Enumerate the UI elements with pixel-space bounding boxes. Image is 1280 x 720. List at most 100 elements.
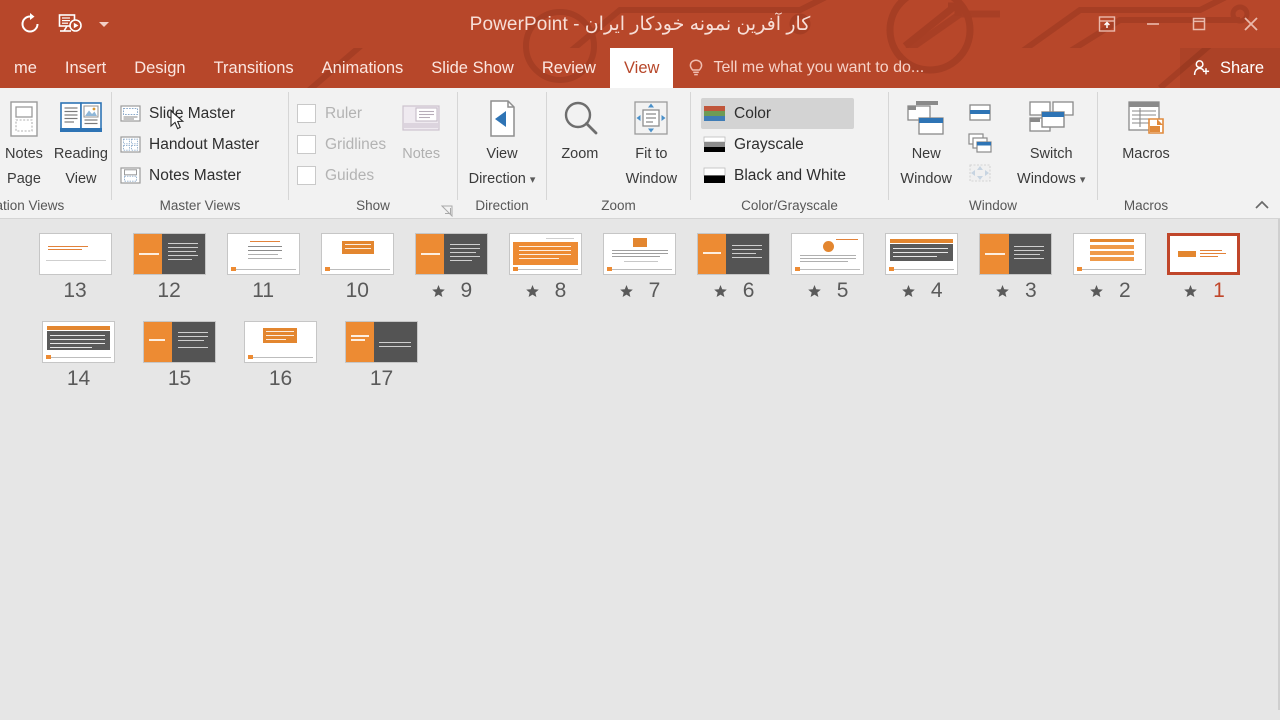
view-direction-button[interactable]: View Direction ▾ [458, 92, 546, 193]
slide-meta-7: 7 [592, 275, 686, 307]
slide-number-8: 8 [554, 279, 567, 302]
slide-cell-7: 7 [592, 219, 686, 307]
notes-button[interactable]: Notes [390, 92, 452, 167]
slide-thumbnail-1[interactable] [1167, 233, 1241, 275]
switch-windows-icon [1026, 96, 1076, 142]
powerpoint-window: کار آفرین نمونه خودکار ایران - PowerPoin… [0, 0, 1280, 720]
macros-label: Macros [1122, 146, 1170, 162]
switch-windows-button[interactable]: Switch Windows ▾ [1005, 92, 1097, 193]
slide-cell-15: 15 [129, 307, 230, 395]
fit-to-window-label-line1: Fit to [635, 146, 668, 162]
gridlines-checkbox[interactable]: Gridlines [297, 129, 386, 160]
group-label-zoom: Zoom [601, 198, 636, 213]
black-and-white-item[interactable]: Black and White [701, 160, 854, 191]
checkbox-box [297, 166, 316, 185]
fit-to-window-button[interactable]: Fit to Window [613, 92, 690, 192]
new-window-icon [902, 96, 950, 142]
slide-thumbnail-6[interactable] [697, 233, 771, 275]
switch-windows-label-line1: Switch [1029, 146, 1073, 162]
handout-master-item[interactable]: Handout Master [118, 129, 267, 160]
ruler-checkbox[interactable]: Ruler [297, 98, 386, 129]
ribbon-display-options-icon[interactable] [1084, 4, 1130, 44]
slide-thumbnail-17[interactable] [345, 321, 418, 363]
view-direction-label-line1: View [486, 146, 518, 162]
slide-meta-8: 8 [498, 275, 592, 307]
show-checkbox-list: Ruler Gridlines Guides [289, 92, 386, 191]
slide-cell-3: 3 [969, 219, 1063, 307]
tab-insert[interactable]: Insert [51, 48, 120, 88]
slide-meta-13: 13 [28, 275, 122, 307]
grayscale-item[interactable]: Grayscale [701, 129, 854, 160]
ribbon-tab-strip: me Insert Design Transitions Animations … [0, 48, 1280, 88]
notes-master-item[interactable]: Notes Master [118, 160, 267, 191]
slide-meta-14: 14 [28, 363, 129, 395]
guides-checkbox[interactable]: Guides [297, 160, 386, 191]
ribbon-group-zoom: Zoom Fit to Window Zoom [547, 88, 690, 218]
slide-thumbnail-10[interactable] [320, 233, 394, 275]
new-window-button[interactable]: New Window [889, 92, 963, 192]
tab-animations[interactable]: Animations [308, 48, 418, 88]
move-split-icon[interactable] [963, 158, 997, 188]
tab-design[interactable]: Design [120, 48, 199, 88]
minimize-icon[interactable] [1130, 4, 1176, 44]
new-window-label-line2: Window [900, 171, 952, 187]
slide-cell-14: 14 [28, 307, 129, 395]
tab-slide-show[interactable]: Slide Show [417, 48, 528, 88]
color-item[interactable]: Color [701, 98, 854, 129]
reading-view-label-line1: Reading [53, 146, 108, 162]
slide-sorter-pane[interactable]: 1 2 3 4 5 6 7 8 9 10 11 12 13 14 15 16 1… [0, 219, 1280, 710]
slide-thumbnail-15[interactable] [143, 321, 216, 363]
tell-me-search[interactable]: Tell me what you want to do... [687, 48, 924, 88]
collapse-ribbon-icon[interactable] [1250, 194, 1274, 216]
slide-thumbnail-11[interactable] [226, 233, 300, 275]
slide-meta-12: 12 [122, 275, 216, 307]
slide-thumbnail-12[interactable] [132, 233, 206, 275]
animation-star-icon [899, 284, 919, 299]
tab-home[interactable]: me [0, 48, 51, 88]
share-person-icon [1193, 60, 1210, 76]
slide-meta-5: 5 [781, 275, 875, 307]
slide-number-5: 5 [836, 279, 849, 302]
slide-number-6: 6 [742, 279, 755, 302]
checkbox-box [297, 135, 316, 154]
start-from-beginning-icon[interactable] [50, 4, 90, 44]
share-button[interactable]: Share [1179, 48, 1280, 88]
slide-meta-16: 16 [230, 363, 331, 395]
customize-quick-access-toolbar-icon[interactable] [90, 4, 118, 44]
tab-view[interactable]: View [609, 48, 674, 88]
slide-thumbnail-9[interactable] [414, 233, 488, 275]
tab-review[interactable]: Review [528, 48, 610, 88]
undo-icon[interactable] [10, 4, 50, 44]
slide-thumbnail-3[interactable] [979, 233, 1053, 275]
notes-page-button[interactable]: Notes Page [0, 92, 51, 192]
cascade-icon[interactable] [963, 128, 997, 158]
notes-label: Notes [402, 146, 441, 162]
zoom-button[interactable]: Zoom [547, 92, 613, 167]
slide-thumbnail-14[interactable] [42, 321, 115, 363]
macros-button[interactable]: Macros [1104, 92, 1188, 167]
tab-transitions[interactable]: Transitions [200, 48, 308, 88]
slide-thumbnail-7[interactable] [602, 233, 676, 275]
slide-thumbnail-8[interactable] [508, 233, 582, 275]
share-label: Share [1219, 58, 1264, 77]
slide-thumbnail-5[interactable] [791, 233, 865, 275]
ribbon-group-macros: Macros Macros [1098, 88, 1194, 218]
slide-thumbnail-16[interactable] [244, 321, 317, 363]
show-dialog-launcher-icon[interactable] [440, 204, 453, 218]
view-direction-icon [484, 96, 520, 142]
animation-star-icon [428, 284, 448, 299]
slide-thumbnail-13[interactable] [38, 233, 112, 275]
animation-star-icon [805, 284, 825, 299]
restore-icon[interactable] [1176, 4, 1222, 44]
zoom-label: Zoom [561, 146, 599, 162]
macros-icon [1123, 96, 1169, 142]
slide-thumbnail-2[interactable] [1073, 233, 1147, 275]
close-icon[interactable] [1222, 4, 1280, 44]
slide-thumbnail-4[interactable] [885, 233, 959, 275]
arrange-all-icon[interactable] [963, 98, 997, 128]
slide-master-item[interactable]: Slide Master [118, 98, 267, 129]
slide-cell-1: 1 [1157, 219, 1251, 307]
reading-view-icon [57, 96, 105, 142]
group-label-macros: Macros [1123, 198, 1169, 213]
reading-view-button[interactable]: Reading View [51, 92, 111, 192]
